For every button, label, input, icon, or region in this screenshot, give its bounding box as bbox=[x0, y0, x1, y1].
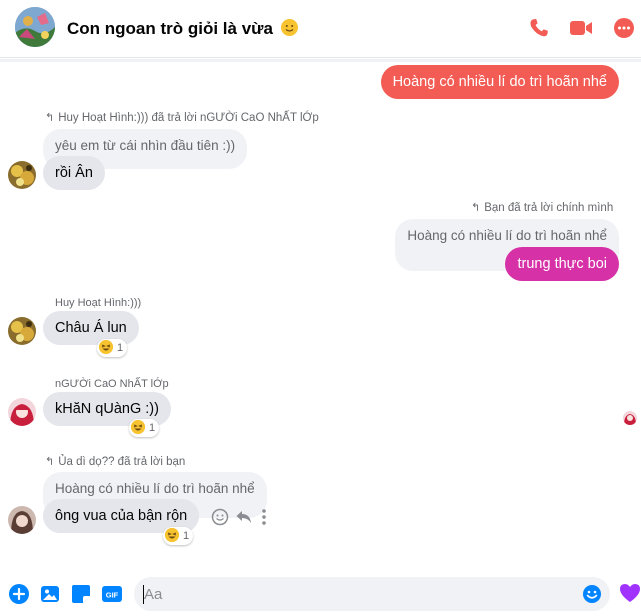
reply-arrow-icon: ↰ bbox=[471, 202, 481, 214]
chat-title: Con ngoan trò giỏi là vừa bbox=[67, 17, 298, 39]
gif-label: GIF bbox=[106, 591, 119, 600]
reply-arrow-icon: ↰ bbox=[45, 456, 55, 468]
outgoing-message[interactable]: trung thực boi bbox=[505, 247, 619, 281]
chat-header: Con ngoan trò giỏi là vừa bbox=[0, 0, 641, 58]
header-divider bbox=[0, 59, 641, 62]
laughing-face-icon bbox=[99, 340, 113, 354]
seen-receipt-avatar bbox=[623, 411, 637, 425]
reply-meta: ↰ Huy Hoạt Hình:))) đã trả lời nGƯỜi CaO … bbox=[45, 111, 319, 124]
reply-arrow-icon: ↰ bbox=[45, 112, 55, 124]
incoming-message[interactable]: rồi Ân bbox=[43, 156, 105, 190]
message-input-box[interactable] bbox=[134, 577, 610, 611]
group-avatar[interactable] bbox=[15, 7, 55, 47]
gif-icon[interactable]: GIF bbox=[101, 583, 123, 605]
sender-name: nGƯỜi CaO NhẤT lỚp bbox=[55, 378, 169, 390]
avatar[interactable] bbox=[8, 161, 36, 189]
reply-meta-text: Huy Hoạt Hình:))) đã trả lời nGƯỜi CaO N… bbox=[58, 112, 319, 124]
reaction-badge[interactable]: 1 bbox=[129, 419, 160, 437]
text-caret bbox=[143, 585, 144, 604]
reaction-count: 1 bbox=[183, 530, 190, 542]
more-options-icon[interactable] bbox=[612, 16, 636, 40]
reply-meta: ↰ Ủa dì dọ?? đã trả lời bạn bbox=[45, 455, 185, 468]
video-camera-icon[interactable] bbox=[569, 16, 593, 40]
reply-meta-text: Ủa dì dọ?? đã trả lời bạn bbox=[58, 456, 186, 468]
plus-icon[interactable] bbox=[8, 583, 30, 605]
avatar[interactable] bbox=[8, 506, 36, 534]
react-emoji-icon[interactable] bbox=[211, 508, 229, 526]
reply-meta-text: Bạn đã trả lời chính mình bbox=[484, 202, 614, 214]
more-actions-icon[interactable] bbox=[259, 508, 269, 526]
message-input[interactable] bbox=[134, 577, 554, 611]
smiling-face-emoji-icon bbox=[280, 19, 298, 36]
reply-meta-outgoing: ↰ Bạn đã trả lời chính mình bbox=[471, 201, 613, 214]
image-icon[interactable] bbox=[39, 583, 61, 605]
outgoing-message[interactable]: Hoàng có nhiều lí do trì hoãn nhể bbox=[380, 65, 619, 99]
incoming-message[interactable]: Châu Á lun bbox=[43, 311, 139, 345]
sticker-icon[interactable] bbox=[70, 583, 92, 605]
reply-icon[interactable] bbox=[235, 508, 253, 526]
heart-icon[interactable] bbox=[618, 581, 641, 605]
reaction-badge[interactable]: 1 bbox=[97, 339, 128, 357]
avatar[interactable] bbox=[8, 398, 36, 426]
chat-title-text: Con ngoan trò giỏi là vừa bbox=[67, 19, 273, 38]
reaction-count: 1 bbox=[117, 342, 124, 354]
laughing-face-icon bbox=[131, 420, 145, 434]
avatar[interactable] bbox=[8, 317, 36, 345]
emoji-icon[interactable] bbox=[582, 584, 602, 604]
phone-icon[interactable] bbox=[527, 16, 551, 40]
message-composer: GIF bbox=[0, 572, 641, 616]
laughing-face-icon bbox=[165, 528, 179, 542]
sender-name: Huy Hoạt Hình:))) bbox=[55, 297, 142, 309]
reaction-count: 1 bbox=[149, 422, 156, 434]
reaction-badge[interactable]: 1 bbox=[163, 527, 194, 545]
